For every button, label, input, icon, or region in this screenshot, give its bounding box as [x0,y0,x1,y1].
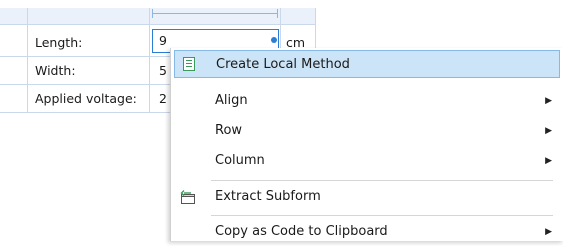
submenu-arrow-icon: ▶ [545,227,552,237]
grid-header-row [0,8,315,25]
menu-item-label: Column [215,153,265,168]
resize-guide-right-tick [277,9,278,18]
menu-item-align[interactable]: Align ▶ [171,87,560,115]
resize-guide-left-tick [152,9,153,18]
menu-item-create-local-method[interactable]: Create Local Method [174,50,560,78]
applied-voltage-input[interactable]: 2 [156,88,167,110]
width-label: Width: [35,63,76,78]
menu-item-extract-subform[interactable]: Extract Subform [171,183,560,211]
extract-subform-icon [180,189,196,205]
menu-item-label: Align [215,93,248,108]
grid-vline [149,8,150,112]
menu-item-label: Extract Subform [215,189,321,204]
menu-separator [211,180,553,181]
grid-hline [0,56,170,57]
context-menu: Create Local Method Align ▶ Row ▶ Column… [170,48,563,241]
menu-item-label: Copy as Code to Clipboard [215,224,388,239]
width-input[interactable]: 5 [156,60,167,82]
menu-separator [211,215,553,216]
grid-vline [27,8,28,112]
submenu-arrow-icon: ▶ [545,156,552,166]
column-resize-guide[interactable] [152,13,278,14]
menu-item-label: Create Local Method [216,57,350,72]
menu-item-label: Row [215,123,243,138]
submenu-arrow-icon: ▶ [545,126,552,136]
grid-hline [0,112,170,113]
length-label: Length: [35,35,83,50]
menu-item-column[interactable]: Column ▶ [171,147,560,175]
menu-item-copy-as-code[interactable]: Copy as Code to Clipboard ▶ [171,218,560,246]
method-icon [181,56,197,72]
menu-item-row[interactable]: Row ▶ [171,117,560,145]
applied-voltage-label: Applied voltage: [35,91,137,106]
selection-handle[interactable] [271,37,277,43]
submenu-arrow-icon: ▶ [545,96,552,106]
grid-hline [0,84,170,85]
